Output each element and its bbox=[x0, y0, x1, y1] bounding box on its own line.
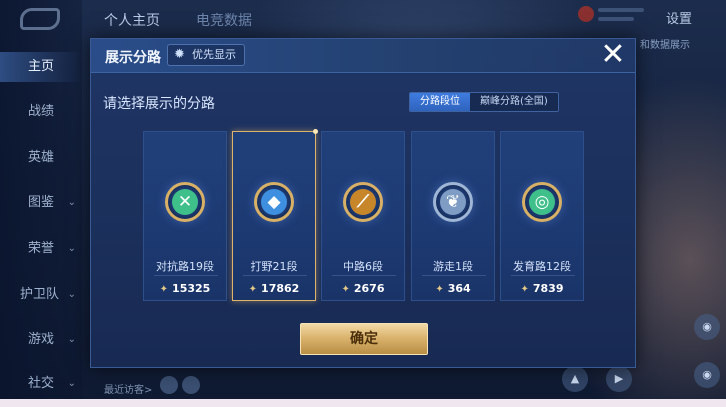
up-arrow-icon[interactable]: ▲ bbox=[562, 366, 588, 392]
bottom-strip bbox=[0, 399, 726, 407]
left-navigation: 主页 战绩 英雄 图鉴 ⌄ 荣誉 ⌄ 护卫队 ⌄ 游戏 ⌄ 社交 ⌄ bbox=[0, 0, 82, 400]
diamond-icon: ✦ bbox=[341, 284, 350, 295]
diamond-icon: ✦ bbox=[159, 284, 169, 295]
chevron-down-icon: ⌄ bbox=[67, 289, 76, 300]
play-icon[interactable]: ▶ bbox=[606, 366, 632, 392]
nav-item-honor[interactable]: 荣誉 ⌄ bbox=[0, 234, 82, 264]
chevron-down-icon: ⌄ bbox=[67, 197, 76, 208]
nav-item-guard[interactable]: 护卫队 ⌄ bbox=[0, 280, 82, 310]
divider bbox=[154, 275, 218, 276]
lane-score: ✦ 15325 bbox=[159, 282, 211, 295]
lane-display-dialog: 展示分路 ✹ 优先显示 ✕ 请选择展示的分路 分路段位 巅峰分路(全国) ✕ 对… bbox=[90, 38, 636, 368]
divider bbox=[422, 275, 486, 276]
avatar bbox=[182, 376, 200, 394]
target-icon: ◎ bbox=[522, 182, 562, 222]
dragon-icon: ◆ bbox=[254, 182, 294, 222]
lane-score: ✦ 7839 bbox=[520, 282, 564, 295]
priority-display-label: 优先显示 bbox=[192, 48, 236, 61]
chevron-down-icon: ⌄ bbox=[67, 378, 76, 389]
user-line bbox=[598, 8, 644, 12]
lane-rank-name: 游走1段 bbox=[433, 260, 473, 273]
wand-icon: ⟋ bbox=[343, 182, 383, 222]
logo-icon bbox=[20, 8, 60, 30]
lane-card-top[interactable]: ✕ 对抗路19段 ✦ 15325 bbox=[143, 131, 227, 301]
tab-profile[interactable]: 个人主页 bbox=[104, 10, 160, 30]
dialog-header: 展示分路 ✹ 优先显示 ✕ bbox=[91, 39, 635, 73]
side-avatar-icon[interactable]: ◉ bbox=[694, 362, 720, 388]
lane-rank-name: 中路6段 bbox=[343, 260, 383, 273]
settings-button[interactable]: 设置 bbox=[666, 8, 692, 27]
right-hint-text: 和数据展示 bbox=[640, 40, 690, 51]
diamond-icon: ✦ bbox=[435, 284, 444, 295]
visitor-avatars bbox=[160, 376, 204, 398]
wings-icon: ❦ bbox=[433, 182, 473, 222]
divider bbox=[332, 275, 396, 276]
gear-icon: ✹ bbox=[174, 47, 185, 62]
avatar bbox=[160, 376, 178, 394]
user-block[interactable] bbox=[578, 4, 648, 26]
close-icon[interactable]: ✕ bbox=[596, 39, 630, 73]
nav-item-heroes[interactable]: 英雄 bbox=[0, 143, 82, 173]
dialog-title: 展示分路 bbox=[105, 50, 161, 66]
nav-item-social[interactable]: 社交 ⌄ bbox=[0, 369, 82, 399]
side-avatar-icon[interactable]: ◉ bbox=[694, 314, 720, 340]
rank-type-toggle: 分路段位 巅峰分路(全国) bbox=[409, 92, 559, 112]
lane-score: ✦ 364 bbox=[435, 282, 471, 295]
selection-dot bbox=[313, 129, 318, 134]
chevron-down-icon: ⌄ bbox=[67, 334, 76, 345]
recent-visitors-link[interactable]: 最近访客> bbox=[104, 381, 152, 396]
confirm-button[interactable]: 确定 bbox=[300, 323, 428, 355]
lane-prompt: 请选择展示的分路 bbox=[103, 96, 215, 112]
lane-rank-name: 对抗路19段 bbox=[156, 260, 214, 273]
nav-item-games[interactable]: 游戏 ⌄ bbox=[0, 325, 82, 355]
tab-lane-rank[interactable]: 分路段位 bbox=[410, 93, 470, 111]
tab-esports[interactable]: 电竞数据 bbox=[196, 10, 252, 30]
diamond-icon: ✦ bbox=[248, 284, 258, 295]
crossed-swords-icon: ✕ bbox=[165, 182, 205, 222]
divider bbox=[511, 275, 575, 276]
lane-score: ✦ 2676 bbox=[341, 282, 385, 295]
avatar bbox=[578, 6, 594, 22]
nav-item-home[interactable]: 主页 bbox=[0, 52, 82, 82]
lane-card-mid[interactable]: ⟋ 中路6段 ✦ 2676 bbox=[321, 131, 405, 301]
nav-item-codex[interactable]: 图鉴 ⌄ bbox=[0, 188, 82, 218]
user-line bbox=[598, 17, 634, 21]
lane-rank-name: 发育路12段 bbox=[513, 260, 571, 273]
lane-card-jungle[interactable]: ◆ 打野21段 ✦ 17862 bbox=[232, 129, 318, 301]
priority-display-button[interactable]: ✹ 优先显示 bbox=[167, 44, 245, 66]
lane-score: ✦ 17862 bbox=[248, 282, 300, 295]
chevron-down-icon: ⌄ bbox=[67, 243, 76, 254]
lane-rank-name: 打野21段 bbox=[250, 260, 298, 273]
lane-card-farm[interactable]: ◎ 发育路12段 ✦ 7839 bbox=[500, 131, 584, 301]
lane-card-roam[interactable]: ❦ 游走1段 ✦ 364 bbox=[411, 131, 495, 301]
tab-peak-lane[interactable]: 巅峰分路(全国) bbox=[470, 93, 558, 111]
nav-item-records[interactable]: 战绩 bbox=[0, 97, 82, 127]
diamond-icon: ✦ bbox=[520, 284, 529, 295]
divider bbox=[243, 275, 307, 276]
